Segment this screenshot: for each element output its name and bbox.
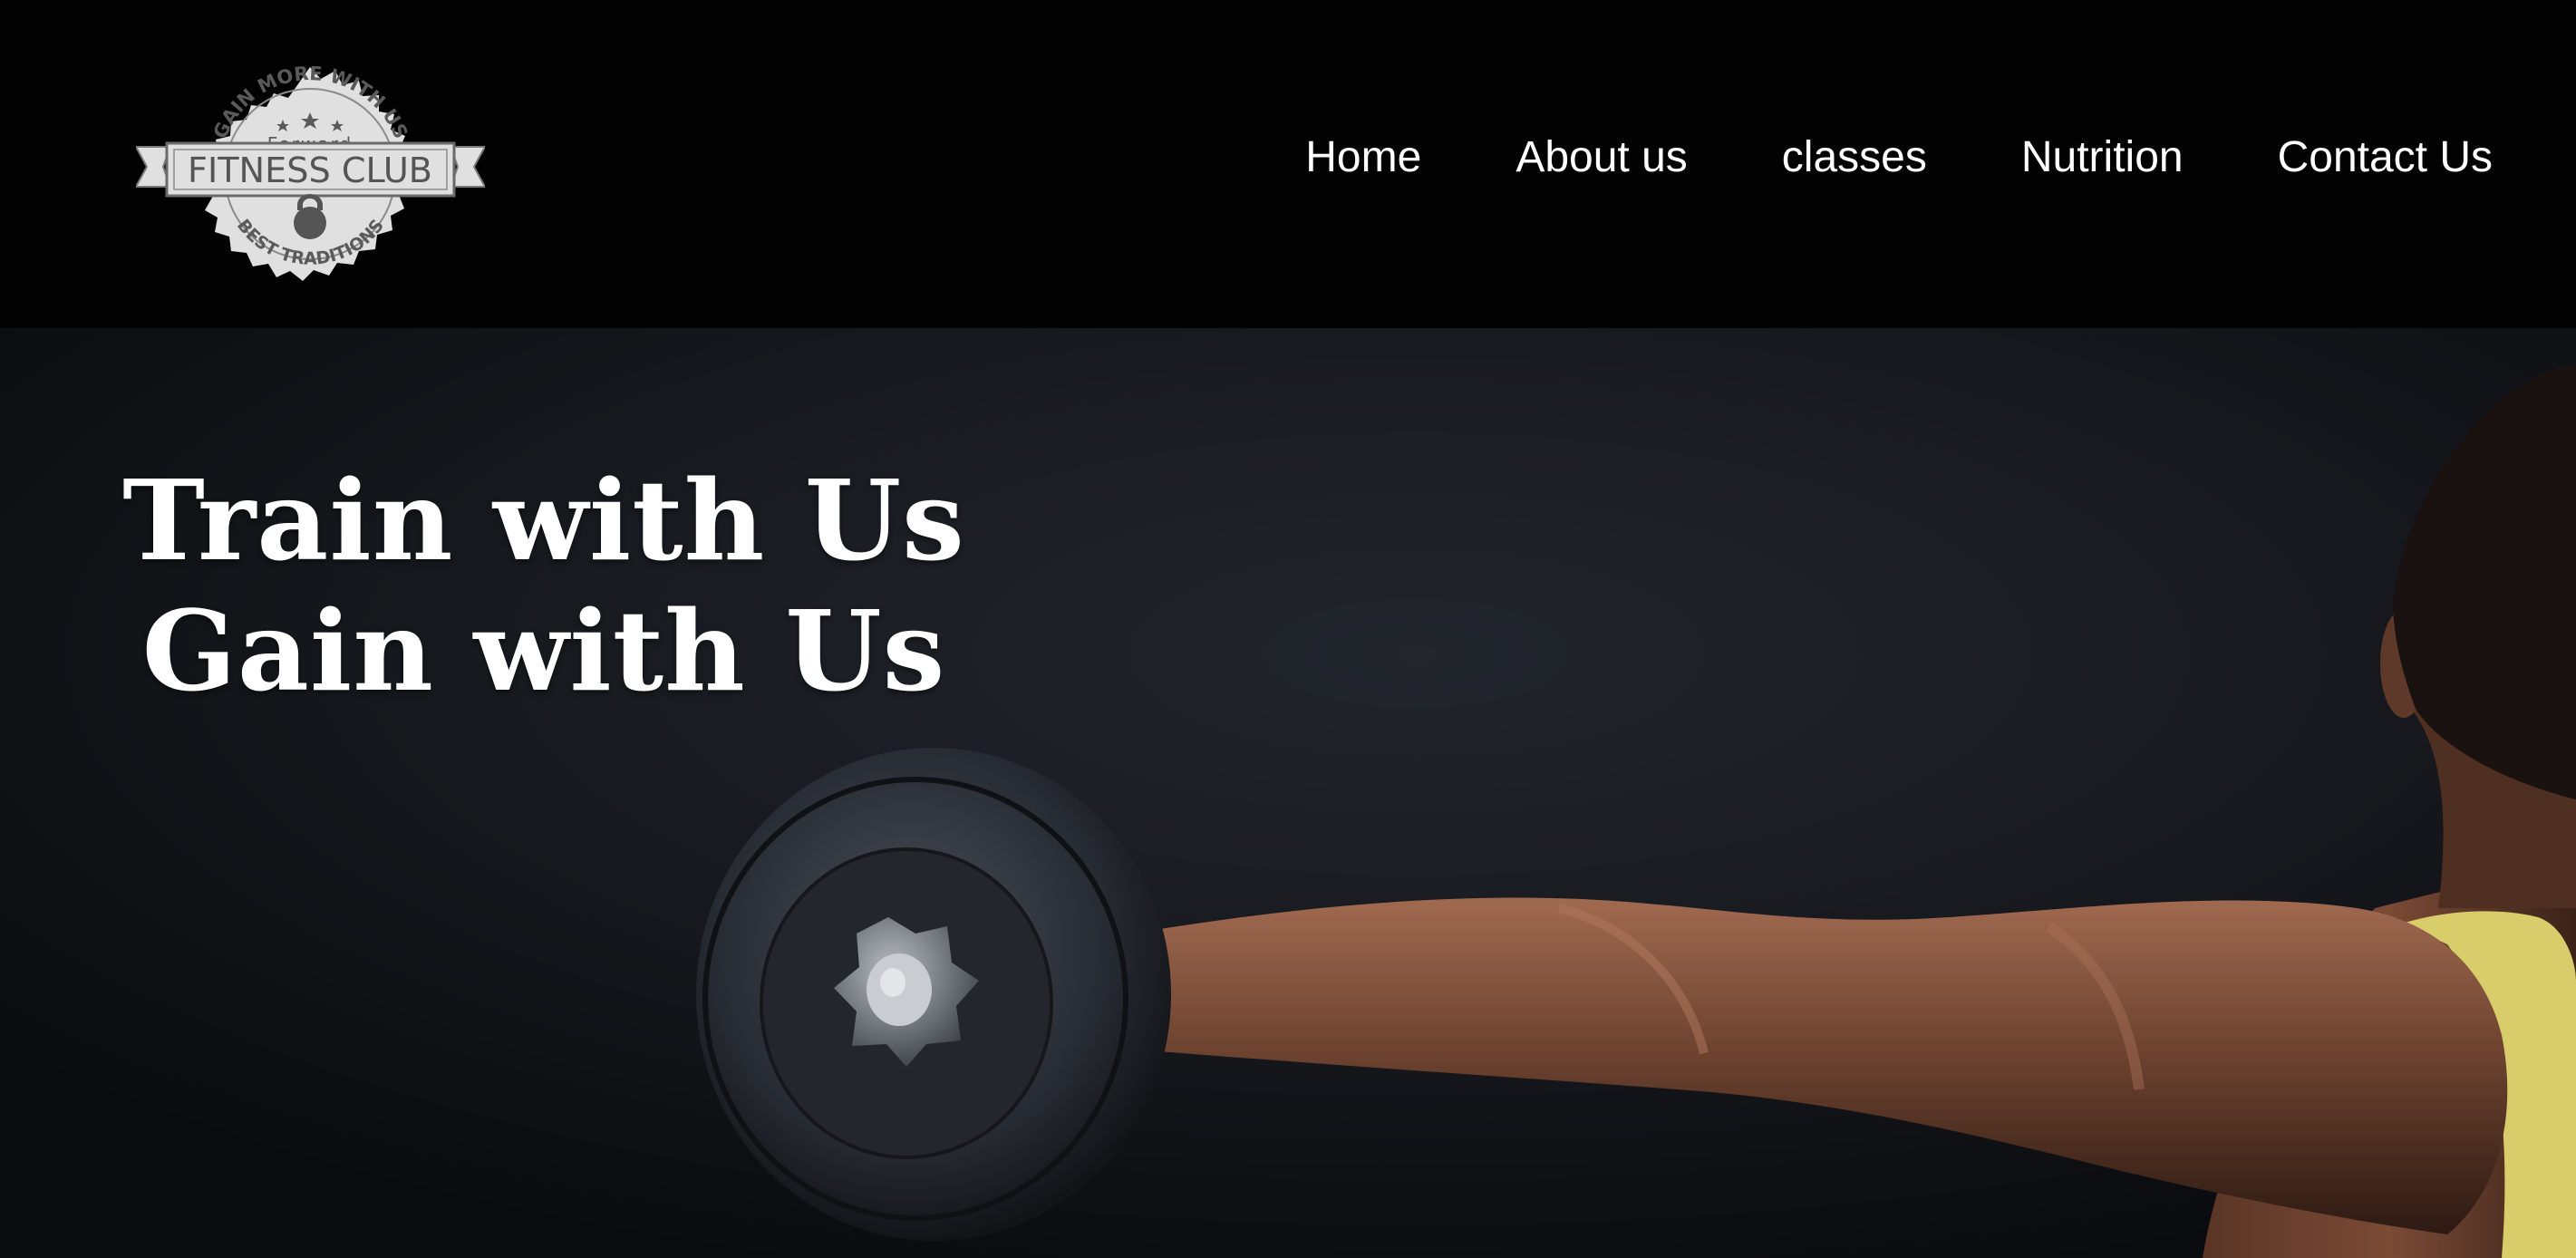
hero-line-2: Gain with Us — [141, 585, 946, 716]
nav-home[interactable]: Home — [1305, 136, 1421, 179]
page: GAIN MORE WITH US Forward FITNESS CLUB — [0, 0, 2576, 1258]
hero-banner: Train with Us Gain with Us — [0, 328, 2576, 1258]
logo-banner-text: FITNESS CLUB — [188, 150, 432, 190]
hero-line-1: Train with Us — [122, 455, 965, 585]
logo-badge: GAIN MORE WITH US Forward FITNESS CLUB — [136, 63, 485, 281]
hero-heading: Train with Us Gain with Us — [0, 455, 1088, 716]
nav-contact-us[interactable]: Contact Us — [2278, 136, 2493, 179]
nav-classes[interactable]: classes — [1782, 136, 1927, 179]
main-nav: Home About us classes Nutrition Contact … — [1305, 136, 2493, 179]
nav-nutrition[interactable]: Nutrition — [2021, 136, 2184, 179]
nav-about-us[interactable]: About us — [1516, 136, 1687, 179]
fitness-club-logo[interactable]: GAIN MORE WITH US Forward FITNESS CLUB — [136, 42, 485, 306]
site-header: GAIN MORE WITH US Forward FITNESS CLUB — [0, 0, 2576, 328]
